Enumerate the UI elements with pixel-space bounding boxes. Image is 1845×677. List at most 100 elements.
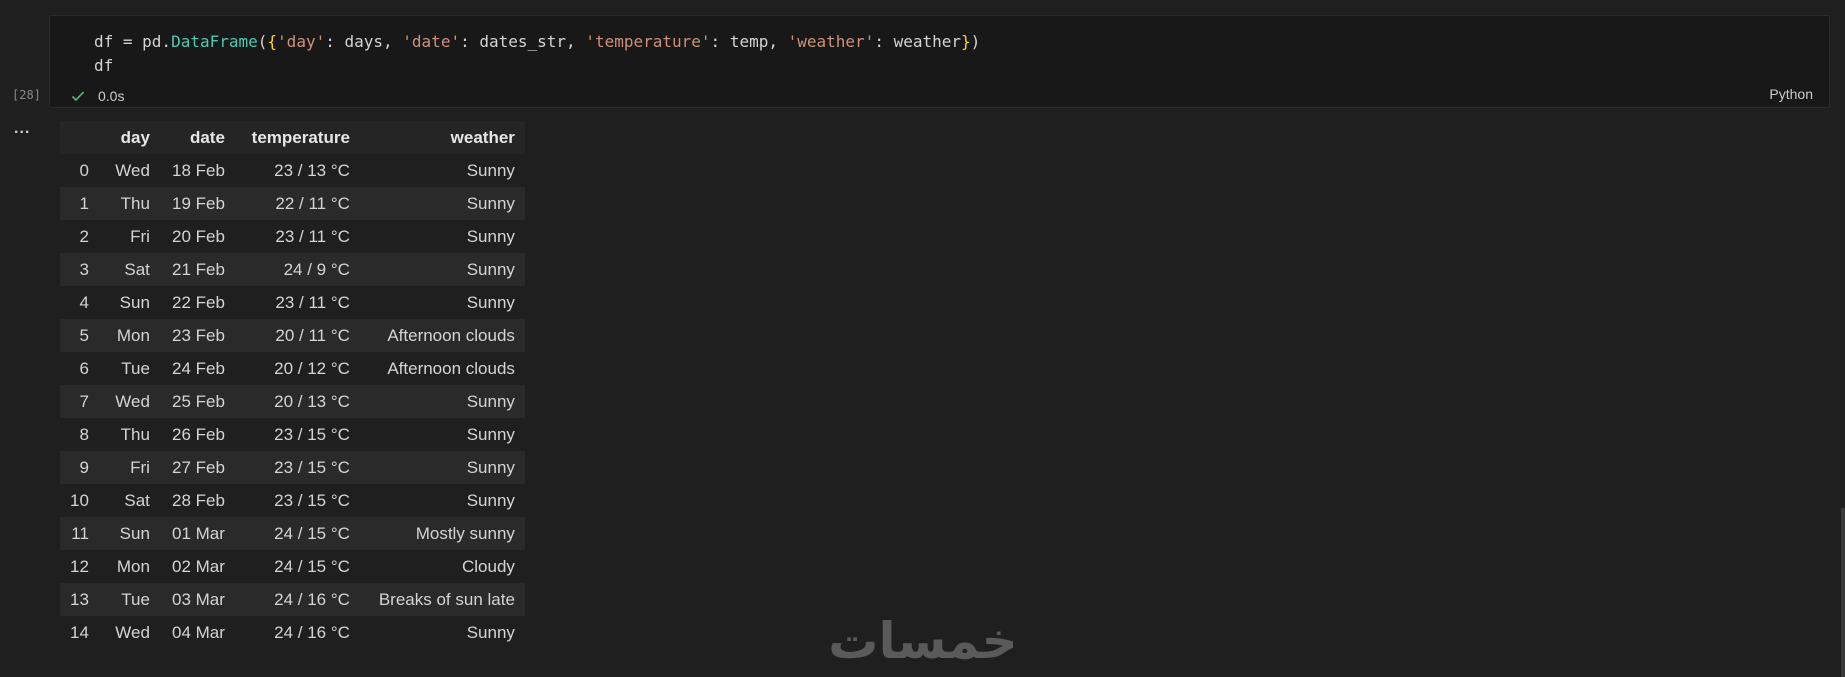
code-token: : dates_str,	[460, 32, 586, 51]
table-cell-day: Tue	[121, 358, 150, 378]
table-cell-weather: Afternoon clouds	[387, 358, 515, 378]
code-cell[interactable]: df = pd.DataFrame({'day': days, 'date': …	[49, 15, 1830, 108]
table-cell-day: Sun	[119, 523, 150, 543]
table-cell-date: 23 Feb	[171, 325, 225, 345]
table-cell-temperature: 20 / 13 °C	[274, 391, 350, 411]
table-row: 2 Fri 20 Feb 23 / 11 °C Sunny	[60, 220, 525, 253]
row-index: 7	[79, 391, 89, 411]
table-cell-temperature: 24 / 15 °C	[274, 523, 350, 543]
table-cell-day: Tue	[121, 589, 150, 609]
table-cell-weather: Sunny	[466, 193, 515, 213]
dataframe-table: day date temperature weather 0 Wed 18 Feb 2…	[60, 121, 525, 649]
table-cell-weather: Mostly sunny	[415, 523, 515, 543]
table-cell-weather: Sunny	[466, 226, 515, 246]
code-token-string: 'temperature'	[585, 32, 711, 51]
table-cell-day: Wed	[115, 160, 150, 180]
table-cell-date: 18 Feb	[171, 160, 225, 180]
row-index: 12	[70, 556, 89, 576]
row-index: 2	[79, 226, 89, 246]
table-cell-temperature: 23 / 15 °C	[274, 457, 350, 477]
table-cell-day: Fri	[130, 226, 150, 246]
column-header: day	[98, 121, 160, 154]
table-cell-weather: Sunny	[466, 457, 515, 477]
row-index: 13	[70, 589, 89, 609]
table-row: 7 Wed 25 Feb 20 / 13 °C Sunny	[60, 385, 525, 418]
table-row: 3 Sat 21 Feb 24 / 9 °C Sunny	[60, 253, 525, 286]
code-token: (	[257, 32, 268, 51]
watermark-text: خمسات	[828, 612, 1017, 668]
table-header-row: day date temperature weather	[60, 121, 525, 154]
execution-count: [28]	[12, 88, 41, 102]
code-editor[interactable]: df = pd.DataFrame({'day': days, 'date': …	[94, 30, 980, 78]
table-row: 9 Fri 27 Feb 23 / 15 °C Sunny	[60, 451, 525, 484]
code-token: : temp,	[710, 32, 788, 51]
row-index: 9	[79, 457, 89, 477]
table-cell-day: Mon	[116, 556, 150, 576]
table-cell-day: Sat	[124, 259, 150, 279]
table-cell-weather: Sunny	[466, 259, 515, 279]
table-cell-day: Fri	[130, 457, 150, 477]
table-cell-temperature: 23 / 15 °C	[274, 490, 350, 510]
table-cell-temperature: 23 / 13 °C	[274, 160, 350, 180]
output-actions-button[interactable]: ...	[14, 120, 30, 138]
table-row: 11 Sun 01 Mar 24 / 15 °C Mostly sunny	[60, 517, 525, 550]
code-token-string: 'day'	[277, 32, 326, 51]
table-cell-weather: Sunny	[466, 292, 515, 312]
check-icon	[70, 88, 86, 104]
table-row: 12 Mon 02 Mar 24 / 15 °C Cloudy	[60, 550, 525, 583]
code-token-brace: }	[961, 32, 971, 51]
table-cell-date: 26 Feb	[171, 424, 225, 444]
table-cell-date: 25 Feb	[171, 391, 225, 411]
code-token-brace: {	[267, 32, 278, 51]
table-cell-day: Thu	[120, 193, 150, 213]
table-cell-weather: Sunny	[466, 424, 515, 444]
table-cell-weather: Afternoon clouds	[387, 325, 515, 345]
table-row: 1 Thu 19 Feb 22 / 11 °C Sunny	[60, 187, 525, 220]
row-index: 6	[79, 358, 89, 378]
table-cell-weather: Breaks of sun late	[378, 589, 515, 609]
row-index: 5	[79, 325, 89, 345]
row-index: 1	[79, 193, 89, 213]
table-cell-weather: Sunny	[466, 160, 515, 180]
table-row: 8 Thu 26 Feb 23 / 15 °C Sunny	[60, 418, 525, 451]
table-cell-weather: Cloudy	[462, 556, 515, 576]
table-cell-date: 21 Feb	[171, 259, 225, 279]
table-cell-temperature: 20 / 11 °C	[275, 325, 350, 345]
table-cell-day: Wed	[115, 391, 150, 411]
table-row: 10 Sat 28 Feb 23 / 15 °C Sunny	[60, 484, 525, 517]
table-cell-date: 27 Feb	[171, 457, 225, 477]
table-cell-weather: Sunny	[466, 622, 515, 642]
code-token-string: 'weather'	[787, 32, 875, 51]
code-token-function: DataFrame	[171, 32, 258, 51]
column-header: date	[159, 121, 235, 154]
table-cell-date: 20 Feb	[171, 226, 225, 246]
code-token: )	[970, 32, 981, 51]
table-cell-date: 24 Feb	[171, 358, 225, 378]
table-cell-temperature: 24 / 16 °C	[274, 622, 350, 642]
scrollbar[interactable]	[1841, 508, 1845, 677]
code-token-string: 'date'	[402, 32, 461, 51]
table-row: 5 Mon 23 Feb 20 / 11 °C Afternoon clouds	[60, 319, 525, 352]
table-cell-temperature: 22 / 11 °C	[275, 193, 350, 213]
table-cell-date: 04 Mar	[172, 622, 225, 642]
code-token: df = pd.	[94, 32, 172, 51]
code-token: : days,	[325, 32, 403, 51]
table-row: 0 Wed 18 Feb 23 / 13 °C Sunny	[60, 154, 525, 187]
table-cell-temperature: 20 / 12 °C	[274, 358, 350, 378]
table-cell-day: Mon	[116, 325, 150, 345]
table-row: 4 Sun 22 Feb 23 / 11 °C Sunny	[60, 286, 525, 319]
row-index: 14	[70, 622, 89, 642]
row-index: 4	[79, 292, 89, 312]
execution-status: 0.0s	[70, 86, 124, 106]
table-cell-weather: Sunny	[466, 391, 515, 411]
table-cell-day: Sun	[119, 292, 150, 312]
table-cell-date: 28 Feb	[171, 490, 225, 510]
code-line-1: df = pd.DataFrame({'day': days, 'date': …	[94, 32, 980, 51]
row-index: 3	[79, 259, 89, 279]
kernel-language-button[interactable]: Python	[1769, 86, 1813, 102]
row-index: 0	[79, 160, 89, 180]
row-index: 8	[79, 424, 89, 444]
table-row: 14 Wed 04 Mar 24 / 16 °C Sunny	[60, 616, 525, 649]
table-cell-temperature: 24 / 16 °C	[274, 589, 350, 609]
table-cell-day: Thu	[120, 424, 150, 444]
